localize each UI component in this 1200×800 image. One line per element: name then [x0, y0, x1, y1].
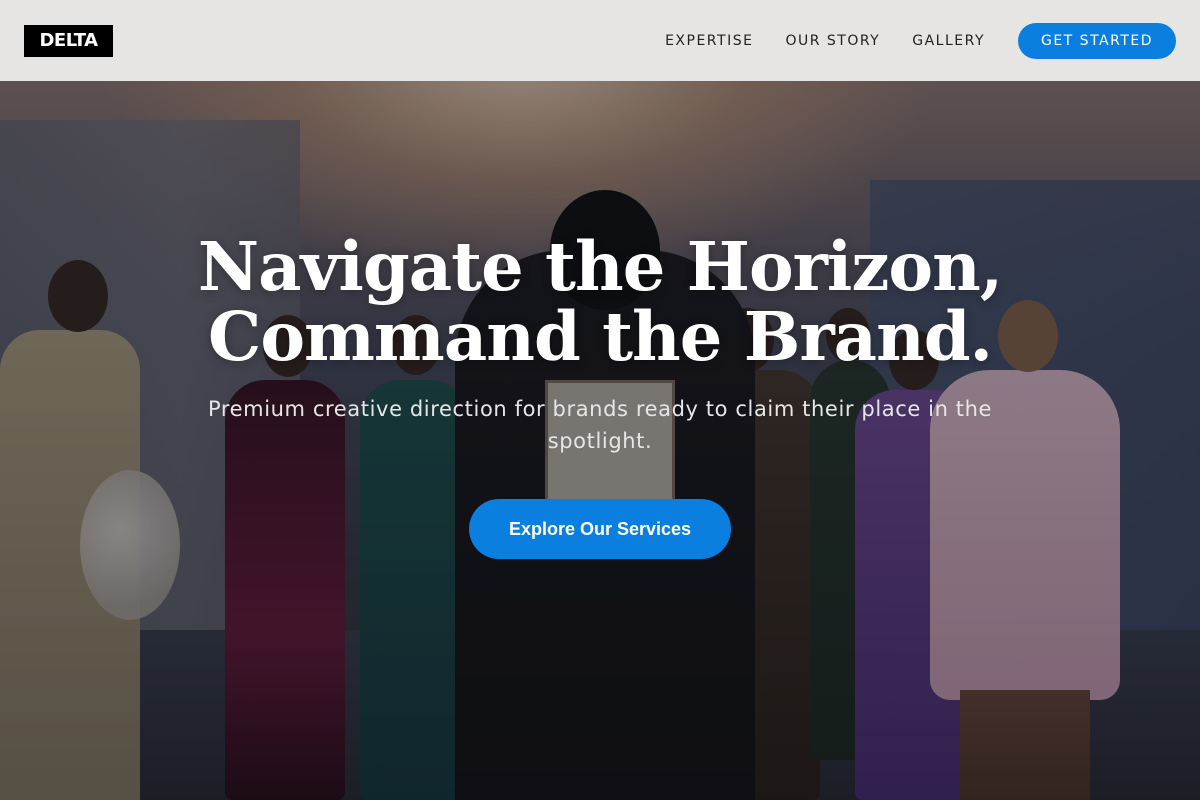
hero-title-line-2: Command the Brand.: [208, 297, 993, 376]
explore-services-button[interactable]: Explore Our Services: [469, 499, 731, 559]
get-started-button[interactable]: GET STARTED: [1018, 22, 1176, 59]
nav-link-gallery[interactable]: GALLERY: [912, 33, 985, 49]
hero-title-line-1: Navigate the Horizon,: [197, 227, 1003, 306]
brand-logo[interactable]: DELTA: [24, 24, 113, 57]
hero-subtitle: Premium creative direction for brands re…: [207, 397, 993, 453]
main-nav: EXPERTISE OUR STORY GALLERY GET STARTED: [633, 22, 1176, 59]
nav-link-our-story[interactable]: OUR STORY: [785, 33, 880, 49]
site-header: DELTA EXPERTISE OUR STORY GALLERY GET ST…: [0, 0, 1200, 81]
nav-link-expertise[interactable]: EXPERTISE: [665, 33, 753, 49]
hero-title: Navigate the Horizon, Command the Brand.: [0, 232, 1200, 372]
hero-content: Navigate the Horizon, Command the Brand.…: [0, 232, 1200, 559]
